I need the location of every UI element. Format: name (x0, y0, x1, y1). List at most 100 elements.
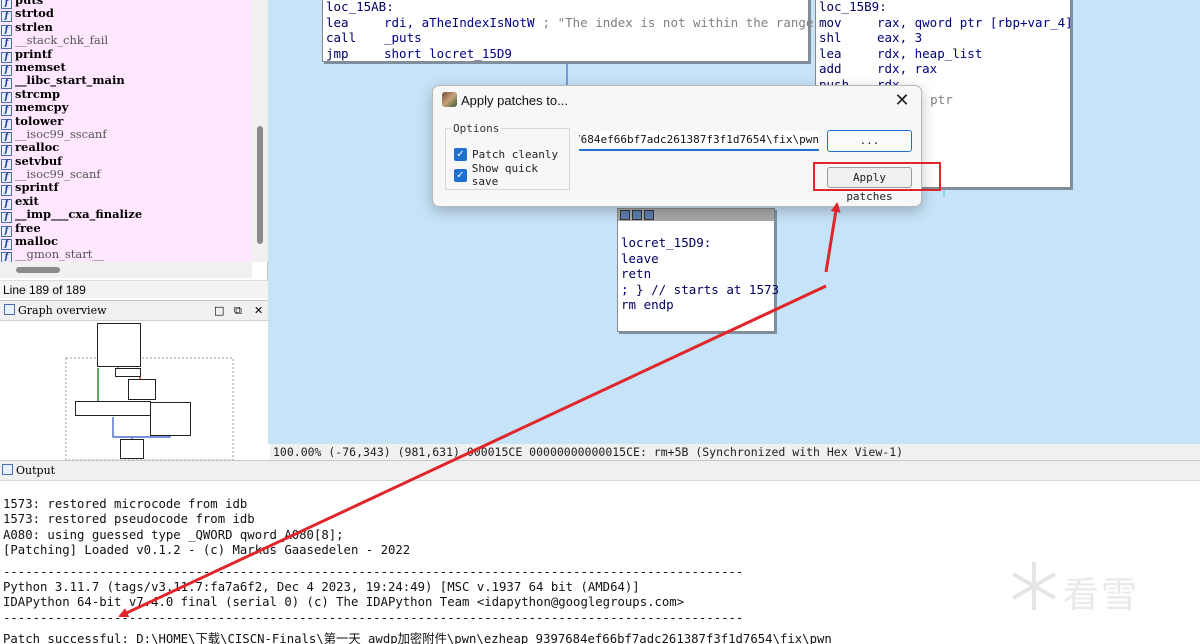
function-list-item[interactable]: f realloc (0, 141, 252, 157)
mnemonic: jmp (326, 45, 349, 61)
asm-line[interactable]: lea rdx, heap_list (816, 46, 1070, 62)
function-list-item[interactable]: f __isoc99_sscanf (0, 126, 252, 143)
maximize-icon[interactable]: □ (214, 301, 224, 321)
asm-line[interactable]: ; } // starts at 1573 (618, 282, 779, 298)
operands: rdx, heap_list (877, 45, 983, 61)
mnemonic: lea (326, 14, 349, 30)
snowflake-icon (1012, 562, 1056, 610)
float-icon[interactable]: ⧉ (234, 301, 242, 321)
graph-icon[interactable] (632, 210, 642, 220)
output-line: 1573: restored microcode from idb (3, 497, 248, 511)
operands: eax, 3 (877, 30, 923, 45)
functions-horizontal-scrollbar[interactable] (0, 262, 252, 278)
overview-node (128, 379, 156, 400)
function-name: malloc (15, 234, 59, 249)
function-name: __isoc99_scanf (15, 167, 101, 182)
operands: rax, qword ptr [rbp+var_4] (877, 14, 1073, 30)
list-icon[interactable] (644, 210, 654, 220)
function-list-item[interactable]: f printf (0, 46, 252, 63)
code-block-locret-15d9[interactable]: locret_15D9: leave retn; } // starts at 1… (617, 208, 779, 332)
operands: rdx, rax (877, 61, 938, 76)
block-label: loc_15AB: (326, 0, 394, 14)
function-list-item[interactable]: f strcmp (0, 87, 252, 103)
overview-node (115, 368, 141, 377)
asm-line[interactable]: lea rdi, aTheIndexIsNotW ; "The index is n… (323, 14, 821, 31)
output-path-input[interactable]: 9397684ef66bf7adc261387f3f1d7654\fix\pwn (579, 131, 819, 151)
graph-overview-canvas[interactable] (0, 322, 268, 461)
checkbox-label: Show quick save (471, 162, 538, 188)
operands: rdi, aTheIndexIsNotW (384, 14, 535, 30)
asm-line[interactable]: add rdx, rax (816, 61, 1070, 77)
function-list-item[interactable]: f free (0, 220, 252, 237)
function-list-item[interactable]: f exit (0, 193, 252, 210)
function-name: __libc_start_main (15, 73, 125, 88)
function-name: printf (15, 46, 53, 61)
operands: short locret_15D9 (384, 45, 512, 61)
asm-line[interactable]: retn (618, 266, 774, 282)
function-name: strlen (15, 19, 53, 34)
comment: ; "The index is not within the range" (542, 14, 821, 30)
function-name: __stack_chk_fail (15, 33, 109, 48)
graph-overview-pane: Graph overview □ ⧉ ✕ (0, 300, 268, 461)
dialog-title: Apply patches to... (461, 93, 568, 108)
functions-vertical-scrollbar[interactable] (252, 0, 268, 262)
asm-line[interactable]: jmp short locret_15D9 (323, 46, 808, 62)
graph-view[interactable]: loc_15AB: lea rdi, aTheIndexIsNotW ; "The … (268, 0, 1200, 444)
scrollbar-thumb[interactable] (257, 126, 263, 244)
asm-line[interactable]: leave (618, 251, 774, 267)
asm-line[interactable]: rm endp (618, 297, 774, 313)
function-list-item[interactable]: f sprintf (0, 180, 252, 197)
function-list-item[interactable]: f strtod (0, 6, 252, 23)
browse-button[interactable]: ... (827, 130, 912, 152)
mnemonic: mov (819, 14, 842, 30)
asm-line[interactable]: shl eax, 3 (816, 30, 1070, 46)
function-name: __imp___cxa_finalize (15, 207, 143, 222)
function-name: exit (15, 193, 39, 208)
asm-line[interactable]: call _puts (323, 30, 808, 46)
function-list-item[interactable]: f strlen (0, 19, 252, 36)
block-label: locret_15D9: (621, 235, 712, 250)
function-name: free (15, 220, 41, 235)
code-block-loc-15ab[interactable]: loc_15AB: lea rdi, aTheIndexIsNotW ; "The … (322, 0, 821, 62)
patch-cleanly-checkbox[interactable]: ✓ Patch cleanly (454, 147, 558, 161)
close-icon[interactable]: ✕ (254, 301, 263, 321)
color-icon[interactable] (620, 210, 630, 220)
app-icon (442, 92, 457, 107)
function-list-item[interactable]: f memcpy (0, 100, 252, 117)
graph-status-bar: 100.00% (-76,343) (981,631) 000015CE 000… (270, 444, 1200, 460)
function-list-item[interactable]: f __isoc99_scanf (0, 167, 252, 184)
overview-node (150, 402, 191, 436)
function-list-item[interactable]: f __gmon_start__ (0, 248, 252, 262)
close-button[interactable]: ✕ (891, 89, 913, 111)
function-list-item[interactable]: f __imp___cxa_finalize (0, 207, 252, 224)
checkmark-icon[interactable]: ✓ (454, 147, 467, 161)
graph-overview-header: Graph overview □ ⧉ ✕ (0, 301, 268, 321)
show-quick-save-checkbox[interactable]: ✓ Show quick save (454, 162, 569, 188)
mnemonic: call (326, 30, 357, 45)
mnemonic: add (819, 61, 842, 76)
watermark-text: 看雪 (1063, 575, 1140, 616)
function-list-item[interactable]: f malloc (0, 234, 252, 251)
scrollbar-thumb[interactable] (16, 267, 60, 273)
function-list-item[interactable]: f __stack_chk_fail (0, 33, 252, 50)
function-name: strtod (15, 6, 54, 21)
function-list-item[interactable]: f setvbuf (0, 153, 252, 170)
annotation-highlight-box (813, 162, 941, 191)
function-name: __isoc99_sscanf (15, 126, 107, 141)
functions-pane: f puts f strtod f strlen f __stack_chk_fail f pri… (0, 0, 268, 280)
function-name: setvbuf (15, 153, 63, 168)
function-list-item[interactable]: f memset (0, 59, 252, 76)
function-name: sprintf (15, 180, 59, 195)
mnemonic: shl (819, 30, 842, 45)
watermark: 看雪 (1005, 556, 1195, 616)
asm-line[interactable]: mov rax, qword ptr [rbp+var_4] (816, 14, 1073, 31)
function-name: memcpy (15, 100, 69, 115)
function-name: memset (15, 59, 66, 74)
overview-node (75, 401, 151, 416)
function-list-item[interactable]: f tolower (0, 114, 252, 130)
output-line: Patch successful: D:\HOME\下载\CISCN-Final… (3, 632, 832, 644)
checkmark-icon[interactable]: ✓ (454, 168, 467, 182)
output-title: Output (16, 464, 56, 477)
function-list-item[interactable]: f __libc_start_main (0, 73, 252, 90)
line-status: Line 189 of 189 (0, 280, 268, 298)
